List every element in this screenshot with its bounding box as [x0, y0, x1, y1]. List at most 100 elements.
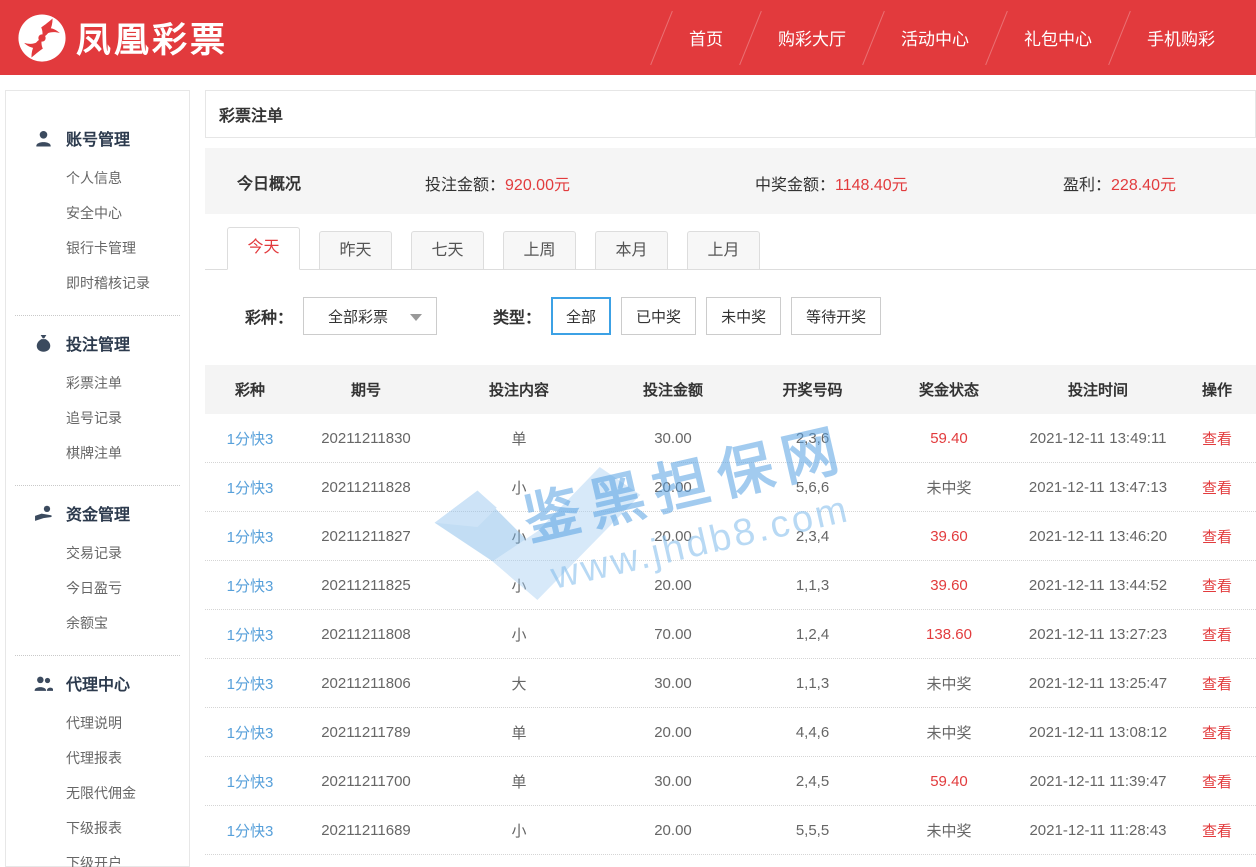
- table-row: 1分快3 20211211700 单 30.00 2,4,5 59.40 2021-12-1…: [205, 757, 1256, 806]
- cell-issue: 20211211700: [321, 772, 411, 790]
- status-filter-button[interactable]: 等待开奖: [791, 297, 882, 335]
- view-link[interactable]: 查看: [1202, 627, 1232, 644]
- summary-title: 今日概况: [237, 176, 302, 193]
- cell-bet-time: 2021-12-11 13:44:52: [1028, 576, 1168, 594]
- date-tab[interactable]: 上月: [687, 231, 760, 269]
- sidebar-item[interactable]: 代理报表: [66, 741, 189, 776]
- table-row: 1分快3 20211211808 小 70.00 1,2,4 138.60 2021-12-…: [205, 610, 1256, 659]
- column-header: 投注时间: [1067, 382, 1128, 399]
- sidebar-item[interactable]: 追号记录: [66, 401, 189, 436]
- sidebar-item[interactable]: 交易记录: [66, 536, 189, 571]
- lottery-link[interactable]: 1分快3: [227, 676, 274, 693]
- top-header: 凤凰彩票 首页 购彩大厅 活动中心 礼包中心 手机购彩: [0, 0, 1256, 75]
- view-link[interactable]: 查看: [1202, 529, 1232, 546]
- nav-item[interactable]: 礼包中心: [997, 25, 1119, 50]
- brand-logo[interactable]: 凤凰彩票: [16, 12, 228, 64]
- sidebar-section-title: 资金管理: [66, 507, 131, 524]
- sidebar-item[interactable]: 银行卡管理: [66, 231, 189, 266]
- table-row: 1分快3 20211211830 单 30.00 2,3,6 59.40 2021-12-1…: [205, 414, 1256, 463]
- cell-lottery: 1分快3: [205, 526, 295, 547]
- date-tab[interactable]: 今天: [227, 227, 300, 270]
- cell-bet-time: 2021-12-11 13:46:20: [1028, 527, 1168, 545]
- cell-action: 查看: [1178, 673, 1256, 694]
- lottery-link[interactable]: 1分快3: [227, 627, 274, 644]
- lottery-link[interactable]: 1分快3: [227, 725, 274, 742]
- cell-bet-amount: 70.00: [654, 625, 692, 643]
- cell-issue: 20211211689: [321, 821, 411, 839]
- cell-bet-content: 单: [511, 724, 527, 742]
- cell-bet-time: 2021-12-11 11:28:43: [1029, 821, 1167, 839]
- date-tab[interactable]: 昨天: [319, 231, 392, 269]
- cell-prize-status: 138.60: [926, 625, 972, 643]
- status-filter-button[interactable]: 未中奖: [706, 297, 782, 335]
- cell-lottery: 1分快3: [205, 771, 295, 792]
- lottery-type-select[interactable]: 全部彩票: [303, 297, 438, 335]
- nav-item[interactable]: 手机购彩: [1120, 25, 1242, 50]
- cell-lottery: 1分快3: [205, 428, 295, 449]
- view-link[interactable]: 查看: [1202, 823, 1232, 840]
- cell-bet-time: 2021-12-11 13:27:23: [1028, 625, 1168, 643]
- sidebar-item[interactable]: 代理说明: [66, 706, 189, 741]
- nav-item[interactable]: 活动中心: [874, 25, 996, 50]
- cell-bet-amount: 20.00: [654, 527, 692, 545]
- view-link[interactable]: 查看: [1202, 676, 1232, 693]
- sidebar-item[interactable]: 即时稽核记录: [66, 266, 189, 301]
- cell-issue: 20211211808: [321, 625, 411, 643]
- cell-action: 查看: [1178, 722, 1256, 743]
- sidebar-item[interactable]: 安全中心: [66, 196, 189, 231]
- view-link[interactable]: 查看: [1202, 774, 1232, 791]
- cell-action: 查看: [1178, 428, 1256, 449]
- table-body: 1分快3 20211211830 单 30.00 2,3,6 59.40 2021-12-1…: [205, 414, 1256, 855]
- view-link[interactable]: 查看: [1202, 725, 1232, 742]
- sidebar-item[interactable]: 个人信息: [66, 161, 189, 196]
- cell-draw-numbers: 2,3,6: [795, 429, 830, 447]
- main-content: 彩票注单 今日概况 投注金额：920.00元 中奖金额：1148.40元 盈利：…: [205, 90, 1256, 867]
- lottery-link[interactable]: 1分快3: [227, 823, 274, 840]
- status-filter-button[interactable]: 已中奖: [621, 297, 697, 335]
- sidebar-item[interactable]: 彩票注单: [66, 366, 189, 401]
- sidebar-item[interactable]: 棋牌注单: [66, 436, 189, 471]
- cell-action: 查看: [1178, 477, 1256, 498]
- nav-item[interactable]: 购彩大厅: [751, 25, 873, 50]
- cell-prize-status: 39.60: [930, 527, 968, 545]
- cell-action: 查看: [1178, 575, 1256, 596]
- lottery-link[interactable]: 1分快3: [227, 529, 274, 546]
- view-link[interactable]: 查看: [1202, 431, 1232, 448]
- sidebar-section-account: 账号管理: [6, 125, 189, 151]
- cell-bet-content: 小: [511, 479, 527, 497]
- stat-bet-amount: 投注金额：920.00元: [425, 177, 570, 194]
- column-header: 期号: [350, 382, 381, 399]
- view-link[interactable]: 查看: [1202, 480, 1232, 497]
- cell-bet-amount: 20.00: [654, 576, 692, 594]
- cell-bet-time: 2021-12-11 13:47:13: [1028, 478, 1168, 496]
- cell-bet-time: 2021-12-11 13:49:11: [1029, 429, 1167, 447]
- sidebar-item[interactable]: 余额宝: [66, 606, 189, 641]
- view-link[interactable]: 查看: [1202, 578, 1232, 595]
- lottery-link[interactable]: 1分快3: [227, 480, 274, 497]
- sidebar-item[interactable]: 今日盈亏: [66, 571, 189, 606]
- table-row: 1分快3 20211211827 小 20.00 2,3,4 39.60 2021-12-1…: [205, 512, 1256, 561]
- main-nav: 首页 购彩大厅 活动中心 礼包中心 手机购彩: [650, 0, 1242, 75]
- lottery-link[interactable]: 1分快3: [227, 431, 274, 448]
- cell-action: 查看: [1178, 624, 1256, 645]
- sidebar-section-agent: 代理中心: [6, 670, 189, 696]
- cell-draw-numbers: 1,1,3: [795, 674, 830, 692]
- cell-bet-content: 单: [511, 430, 527, 448]
- date-tab[interactable]: 本月: [595, 231, 668, 269]
- column-header: 投注金额: [642, 382, 703, 399]
- date-tab[interactable]: 上周: [503, 231, 576, 269]
- sidebar-item[interactable]: 无限代佣金: [66, 776, 189, 811]
- sidebar-section-title: 账号管理: [66, 132, 131, 149]
- cell-draw-numbers: 4,4,6: [795, 723, 830, 741]
- sidebar-item[interactable]: 下级开户: [66, 846, 189, 867]
- nav-item[interactable]: 首页: [662, 25, 750, 50]
- lottery-link[interactable]: 1分快3: [227, 774, 274, 791]
- sidebar-section-title: 代理中心: [66, 677, 131, 694]
- cell-bet-time: 2021-12-11 13:08:12: [1028, 723, 1168, 741]
- status-filter-label: 类型：: [493, 310, 542, 327]
- sidebar-item[interactable]: 下级报表: [66, 811, 189, 846]
- lottery-link[interactable]: 1分快3: [227, 578, 274, 595]
- cell-issue: 20211211789: [321, 723, 411, 741]
- status-filter-button[interactable]: 全部: [551, 297, 612, 335]
- date-tab[interactable]: 七天: [411, 231, 484, 269]
